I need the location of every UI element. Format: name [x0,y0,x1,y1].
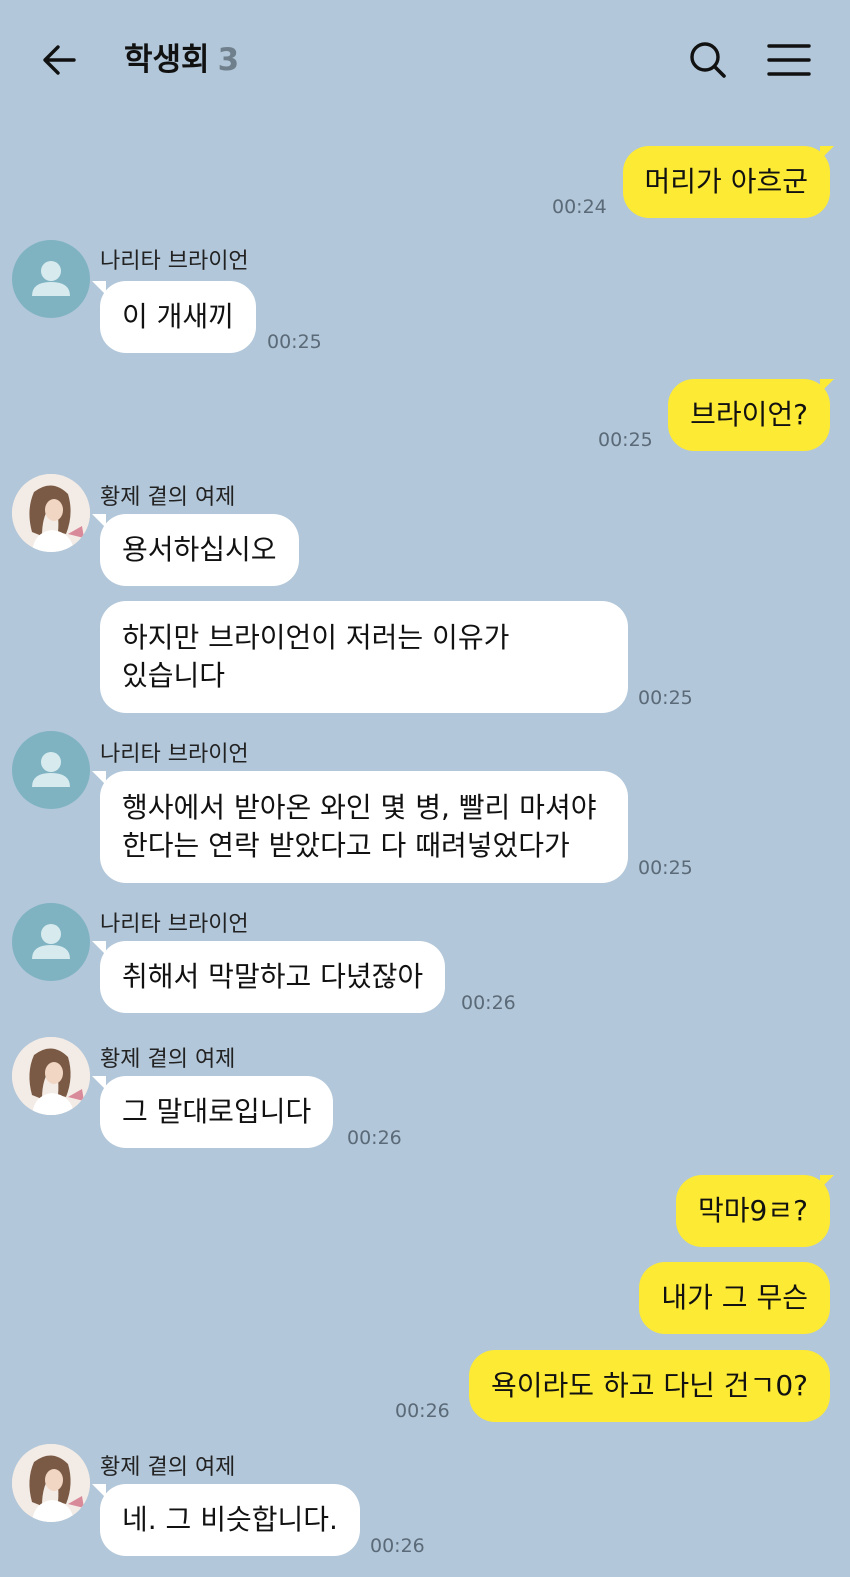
default-profile-icon [32,261,70,296]
bubble-tail [820,1175,834,1189]
message-time: 00:25 [598,429,653,451]
avatar[interactable] [12,903,90,981]
message-text-line: 하지만 브라이언이 저러는 이유가 [122,621,510,654]
message-time: 00:24 [552,196,607,218]
my-message-bubble[interactable]: 욕이라도 하고 다닌 건ㄱ0? [469,1350,830,1422]
message-bubble[interactable]: 하지만 브라이언이 저러는 이유가 있습니다 [100,601,628,713]
message-text: 용서하십시오 [122,533,277,566]
message-bubble[interactable]: 이 개새끼 [100,281,256,353]
avatar[interactable] [12,731,90,809]
message-text: 욕이라도 하고 다닌 건ㄱ0? [491,1369,808,1402]
message-bubble[interactable]: 행사에서 받아온 와인 몇 병, 빨리 마셔야 한다는 연락 받았다고 다 때려… [100,771,628,883]
message-bubble[interactable]: 용서하십시오 [100,514,299,586]
message-text: 브라이언? [690,398,808,431]
avatar[interactable] [12,1037,90,1115]
message-text: 막마9ㄹ? [698,1194,808,1227]
message-text-line: 한다는 연락 받았다고 다 때려넣었다가 [122,829,570,862]
back-button[interactable] [38,38,82,82]
sender-name: 황제 곁의 여제 [100,1455,236,1480]
message-time: 00:25 [267,331,322,353]
character-avatar-image [12,1444,90,1522]
menu-button[interactable] [766,38,812,82]
chat-header: 학생회 3 [0,0,850,120]
sender-name: 나리타 브라이언 [100,742,249,767]
message-text-line: 있습니다 [122,659,226,692]
sender-name: 황제 곁의 여제 [100,485,236,510]
default-profile-icon [32,924,70,959]
menu-icon [767,44,811,76]
sender-name: 나리타 브라이언 [100,912,249,937]
my-message-bubble[interactable]: 머리가 아흐군 [622,146,830,218]
bubble-tail [820,379,834,393]
room-name: 학생회 [124,42,210,78]
sender-name: 나리타 브라이언 [100,249,249,274]
character-avatar-image [12,1037,90,1115]
search-button[interactable] [686,38,730,82]
message-time: 00:26 [461,992,516,1014]
message-time: 00:26 [395,1400,450,1422]
message-time: 00:25 [638,857,693,879]
bubble-tail [92,1076,106,1090]
message-text: 이 개새끼 [122,300,234,333]
bubble-tail [92,771,106,785]
my-message-bubble[interactable]: 브라이언? [668,379,830,451]
bubble-tail [92,1484,106,1498]
character-avatar-image [12,474,90,552]
message-time: 00:26 [347,1127,402,1149]
avatar[interactable] [12,1444,90,1522]
message-text: 네. 그 비슷합니다. [122,1503,338,1536]
chat-title: 학생회 3 [124,38,239,82]
message-text-line: 행사에서 받아온 와인 몇 병, 빨리 마셔야 [122,791,597,824]
avatar[interactable] [12,240,90,318]
bubble-tail [92,941,106,955]
message-bubble[interactable]: 네. 그 비슷합니다. [100,1484,360,1556]
arrow-left-icon [43,45,76,75]
message-text: 머리가 아흐군 [644,165,808,198]
bubble-tail [820,146,834,160]
member-count: 3 [217,42,240,78]
bubble-tail [92,281,106,295]
message-text: 취해서 막말하고 다녔잖아 [122,960,424,993]
message-text: 그 말대로입니다 [122,1095,312,1128]
bubble-tail [92,514,106,528]
avatar[interactable] [12,474,90,552]
message-time: 00:26 [370,1535,425,1557]
message-bubble[interactable]: 취해서 막말하고 다녔잖아 [100,941,446,1013]
message-time: 00:25 [638,687,693,709]
message-bubble[interactable]: 그 말대로입니다 [100,1076,334,1148]
sender-name: 황제 곁의 여제 [100,1047,236,1072]
message-text: 내가 그 무슨 [661,1281,808,1314]
default-profile-icon [32,752,70,787]
search-icon [690,42,726,78]
my-message-bubble[interactable]: 막마9ㄹ? [676,1175,830,1247]
my-message-bubble[interactable]: 내가 그 무슨 [639,1262,830,1334]
